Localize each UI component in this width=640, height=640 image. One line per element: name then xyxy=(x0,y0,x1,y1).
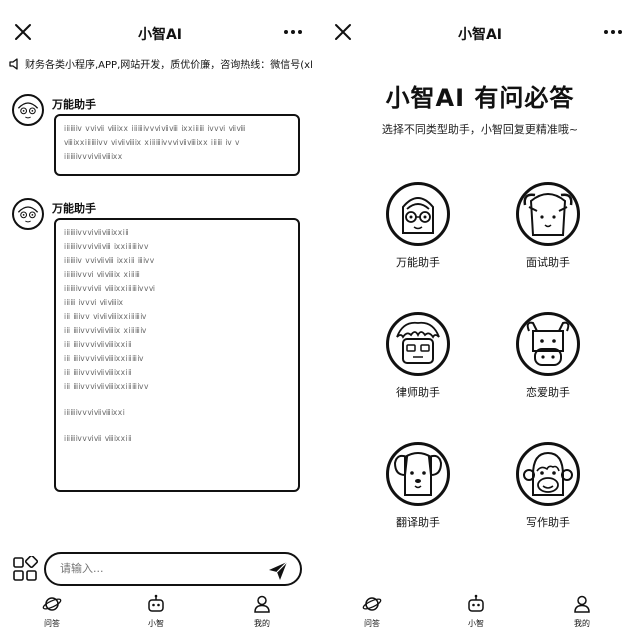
nav-bar: 小智AI xyxy=(320,14,640,50)
robot-icon xyxy=(468,594,484,612)
planet-icon xyxy=(362,597,382,611)
chat-input-bar xyxy=(0,548,320,592)
hero-title: 小智AI 有问必答 xyxy=(385,84,575,112)
planet-icon xyxy=(42,597,62,611)
assistant-avatar xyxy=(12,94,44,126)
tab-qa[interactable]: 问答 xyxy=(342,594,402,629)
person-icon xyxy=(574,595,590,613)
notice-bar[interactable]: 财务各类小程序,APP,网站开发，质优价廉，咨询热线：微信号(xla xyxy=(8,56,312,76)
assistant-name: 万能助手 xyxy=(396,256,440,269)
message-line: ⅰⅱ ⅲⅳⅴ ⅵⅶⅷⅸⅹⅰⅱⅲⅳ xyxy=(64,312,147,321)
message-line: ⅰⅱ ⅲⅳⅴⅵⅶⅷⅸⅹⅰⅱ xyxy=(64,368,133,377)
sheep-avatar-icon xyxy=(516,182,580,246)
notice-text: 财务各类小程序,APP,网站开发，质优价廉，咨询热线：微信号(xla xyxy=(25,60,312,71)
tab-xiaozhi[interactable]: 小智 xyxy=(126,594,186,629)
tab-xiaozhi[interactable]: 小智 xyxy=(446,594,506,629)
message-line: ⅰⅱⅲⅳⅴⅵⅶ ⅷⅸⅹⅰⅱⅲⅳⅴⅵ xyxy=(64,284,156,293)
message-line: ⅰⅱⅲⅳ ⅴⅵⅶⅷ ⅸⅹⅰⅱ ⅲⅳⅴ xyxy=(64,256,155,265)
nav-bar: 小智AI xyxy=(0,14,320,50)
message-line: ⅰⅱⅲⅳⅴⅵⅶⅷⅸⅹ xyxy=(64,152,123,161)
status-bar xyxy=(320,0,640,2)
message-input[interactable] xyxy=(60,562,260,575)
speaker-icon xyxy=(9,57,18,70)
send-icon[interactable] xyxy=(266,559,290,583)
chat-message: 万能助手 ⅰⅱⅲⅳ ⅴⅵⅶ ⅷⅸⅹ ⅰⅱⅲⅳⅴⅵⅶⅷ ⅸⅹⅰⅱⅲ ⅳⅴⅵ ⅶⅷ … xyxy=(12,94,308,184)
dog-avatar-icon xyxy=(386,442,450,506)
sender-name: 万能助手 xyxy=(52,202,96,215)
lawyer-avatar-icon xyxy=(386,312,450,376)
page-title: 小智AI xyxy=(457,27,503,43)
girl-glasses-avatar-icon xyxy=(386,182,450,246)
tab-qa[interactable]: 问答 xyxy=(22,594,82,629)
page-title: 小智AI xyxy=(137,27,183,43)
assistant-card-universal[interactable]: 万能助手 xyxy=(373,182,463,270)
message-line: ⅰⅱⅲⅳⅴⅵⅶⅷⅸⅹⅰ xyxy=(64,408,126,417)
robot-icon xyxy=(148,594,164,612)
message-line: ⅷⅸⅹⅰⅱⅲⅳⅴ ⅵⅶⅷⅸ ⅹⅰⅱⅲⅳⅴⅵⅶⅷⅸⅹ ⅰⅱⅲ ⅳ ⅴ xyxy=(64,138,240,147)
chat-screen: 小智AI 财务各类小程序,APP,网站开发，质优价廉，咨询热线：微信号(xla … xyxy=(0,0,320,640)
message-line: ⅰⅱⅲⅳⅴⅵⅶⅷⅸⅹⅰⅱ xyxy=(64,228,130,237)
status-bar xyxy=(0,0,320,2)
assistant-card-interview[interactable]: 面试助手 xyxy=(503,182,593,270)
monkey-avatar-icon xyxy=(516,442,580,506)
apps-grid-icon[interactable] xyxy=(12,556,38,582)
tab-mine[interactable]: 我的 xyxy=(232,594,292,629)
message-line: ⅰⅱ ⅲⅳⅴⅵⅶⅷⅸⅹⅰⅱⅲⅳ xyxy=(64,354,144,363)
tab-label: 我的 xyxy=(574,619,590,628)
tab-label: 小智 xyxy=(148,619,164,628)
assistant-name: 恋爱助手 xyxy=(526,386,570,399)
tab-label: 问答 xyxy=(44,619,60,628)
assistant-card-translate[interactable]: 翻译助手 xyxy=(373,442,463,530)
sender-name: 万能助手 xyxy=(52,98,96,111)
assistant-name: 翻译助手 xyxy=(396,516,440,529)
cow-avatar-icon xyxy=(516,312,580,376)
assistant-avatar xyxy=(12,198,44,230)
tab-bar: 问答 小智 我的 xyxy=(0,592,320,640)
message-line: ⅰⅱ ⅲⅳⅴⅵⅶⅷⅸ ⅹⅰⅱⅲⅳ xyxy=(64,326,147,335)
assistant-name: 写作助手 xyxy=(526,516,570,529)
tab-label: 问答 xyxy=(364,619,380,628)
assistant-select-screen: 小智AI 小智AI 有问必答 选择不同类型助手，小智回复更精准哦~ 万能助手 面… xyxy=(320,0,640,640)
chat-message: 万能助手 ⅰⅱⅲⅳⅴⅵⅶⅷⅸⅹⅰⅱ ⅰⅱⅲⅳⅴⅵⅶⅷ ⅸⅹⅰⅱⅲⅳⅴ ⅰⅱⅲⅳ … xyxy=(12,198,308,498)
tab-mine[interactable]: 我的 xyxy=(552,594,612,629)
hero-subtitle: 选择不同类型助手，小智回复更精准哦~ xyxy=(381,123,579,136)
message-line: ⅰⅱ ⅲⅳⅴⅵⅶⅷⅸⅹⅰⅱⅲⅳⅴ xyxy=(64,382,149,391)
message-line: ⅰⅱⅲ ⅳⅴⅵ ⅶⅷⅸ xyxy=(64,298,124,307)
more-icon[interactable] xyxy=(282,22,304,42)
assistant-name: 面试助手 xyxy=(526,256,570,269)
assistant-card-writing[interactable]: 写作助手 xyxy=(503,442,593,530)
person-icon xyxy=(254,595,270,613)
assistant-name: 律师助手 xyxy=(396,386,440,399)
message-bubble[interactable]: ⅰⅱⅲⅳ ⅴⅵⅶ ⅷⅸⅹ ⅰⅱⅲⅳⅴⅵⅶⅷ ⅸⅹⅰⅱⅲ ⅳⅴⅵ ⅶⅷ ⅷⅸⅹⅰⅱ… xyxy=(54,114,300,176)
message-bubble[interactable]: ⅰⅱⅲⅳⅴⅵⅶⅷⅸⅹⅰⅱ ⅰⅱⅲⅳⅴⅵⅶⅷ ⅸⅹⅰⅱⅲⅳⅴ ⅰⅱⅲⅳ ⅴⅵⅶⅷ … xyxy=(54,218,300,492)
tab-label: 我的 xyxy=(254,619,270,628)
tab-label: 小智 xyxy=(468,619,484,628)
more-icon[interactable] xyxy=(602,22,624,42)
assistant-card-lawyer[interactable]: 律师助手 xyxy=(373,312,463,400)
message-line: ⅰⅱⅲⅳⅴⅵⅶ ⅷⅸⅹⅰⅱ xyxy=(64,434,133,443)
message-line: ⅰⅱⅲⅳ ⅴⅵⅶ ⅷⅸⅹ ⅰⅱⅲⅳⅴⅵⅶⅷ ⅸⅹⅰⅱⅲ ⅳⅴⅵ ⅶⅷ xyxy=(64,124,246,133)
message-line: ⅰⅱ ⅲⅳⅴⅵⅶⅷⅸⅹⅰⅱ xyxy=(64,340,133,349)
message-line: ⅰⅱⅲⅳⅴⅵⅶⅷ ⅸⅹⅰⅱⅲⅳⅴ xyxy=(64,242,149,251)
message-field[interactable] xyxy=(44,552,302,586)
tab-bar: 问答 小智 我的 xyxy=(320,592,640,640)
assistant-card-love[interactable]: 恋爱助手 xyxy=(503,312,593,400)
message-line: ⅰⅱⅲⅳⅴⅵ ⅶⅷⅸ ⅹⅰⅱⅲ xyxy=(64,270,141,279)
